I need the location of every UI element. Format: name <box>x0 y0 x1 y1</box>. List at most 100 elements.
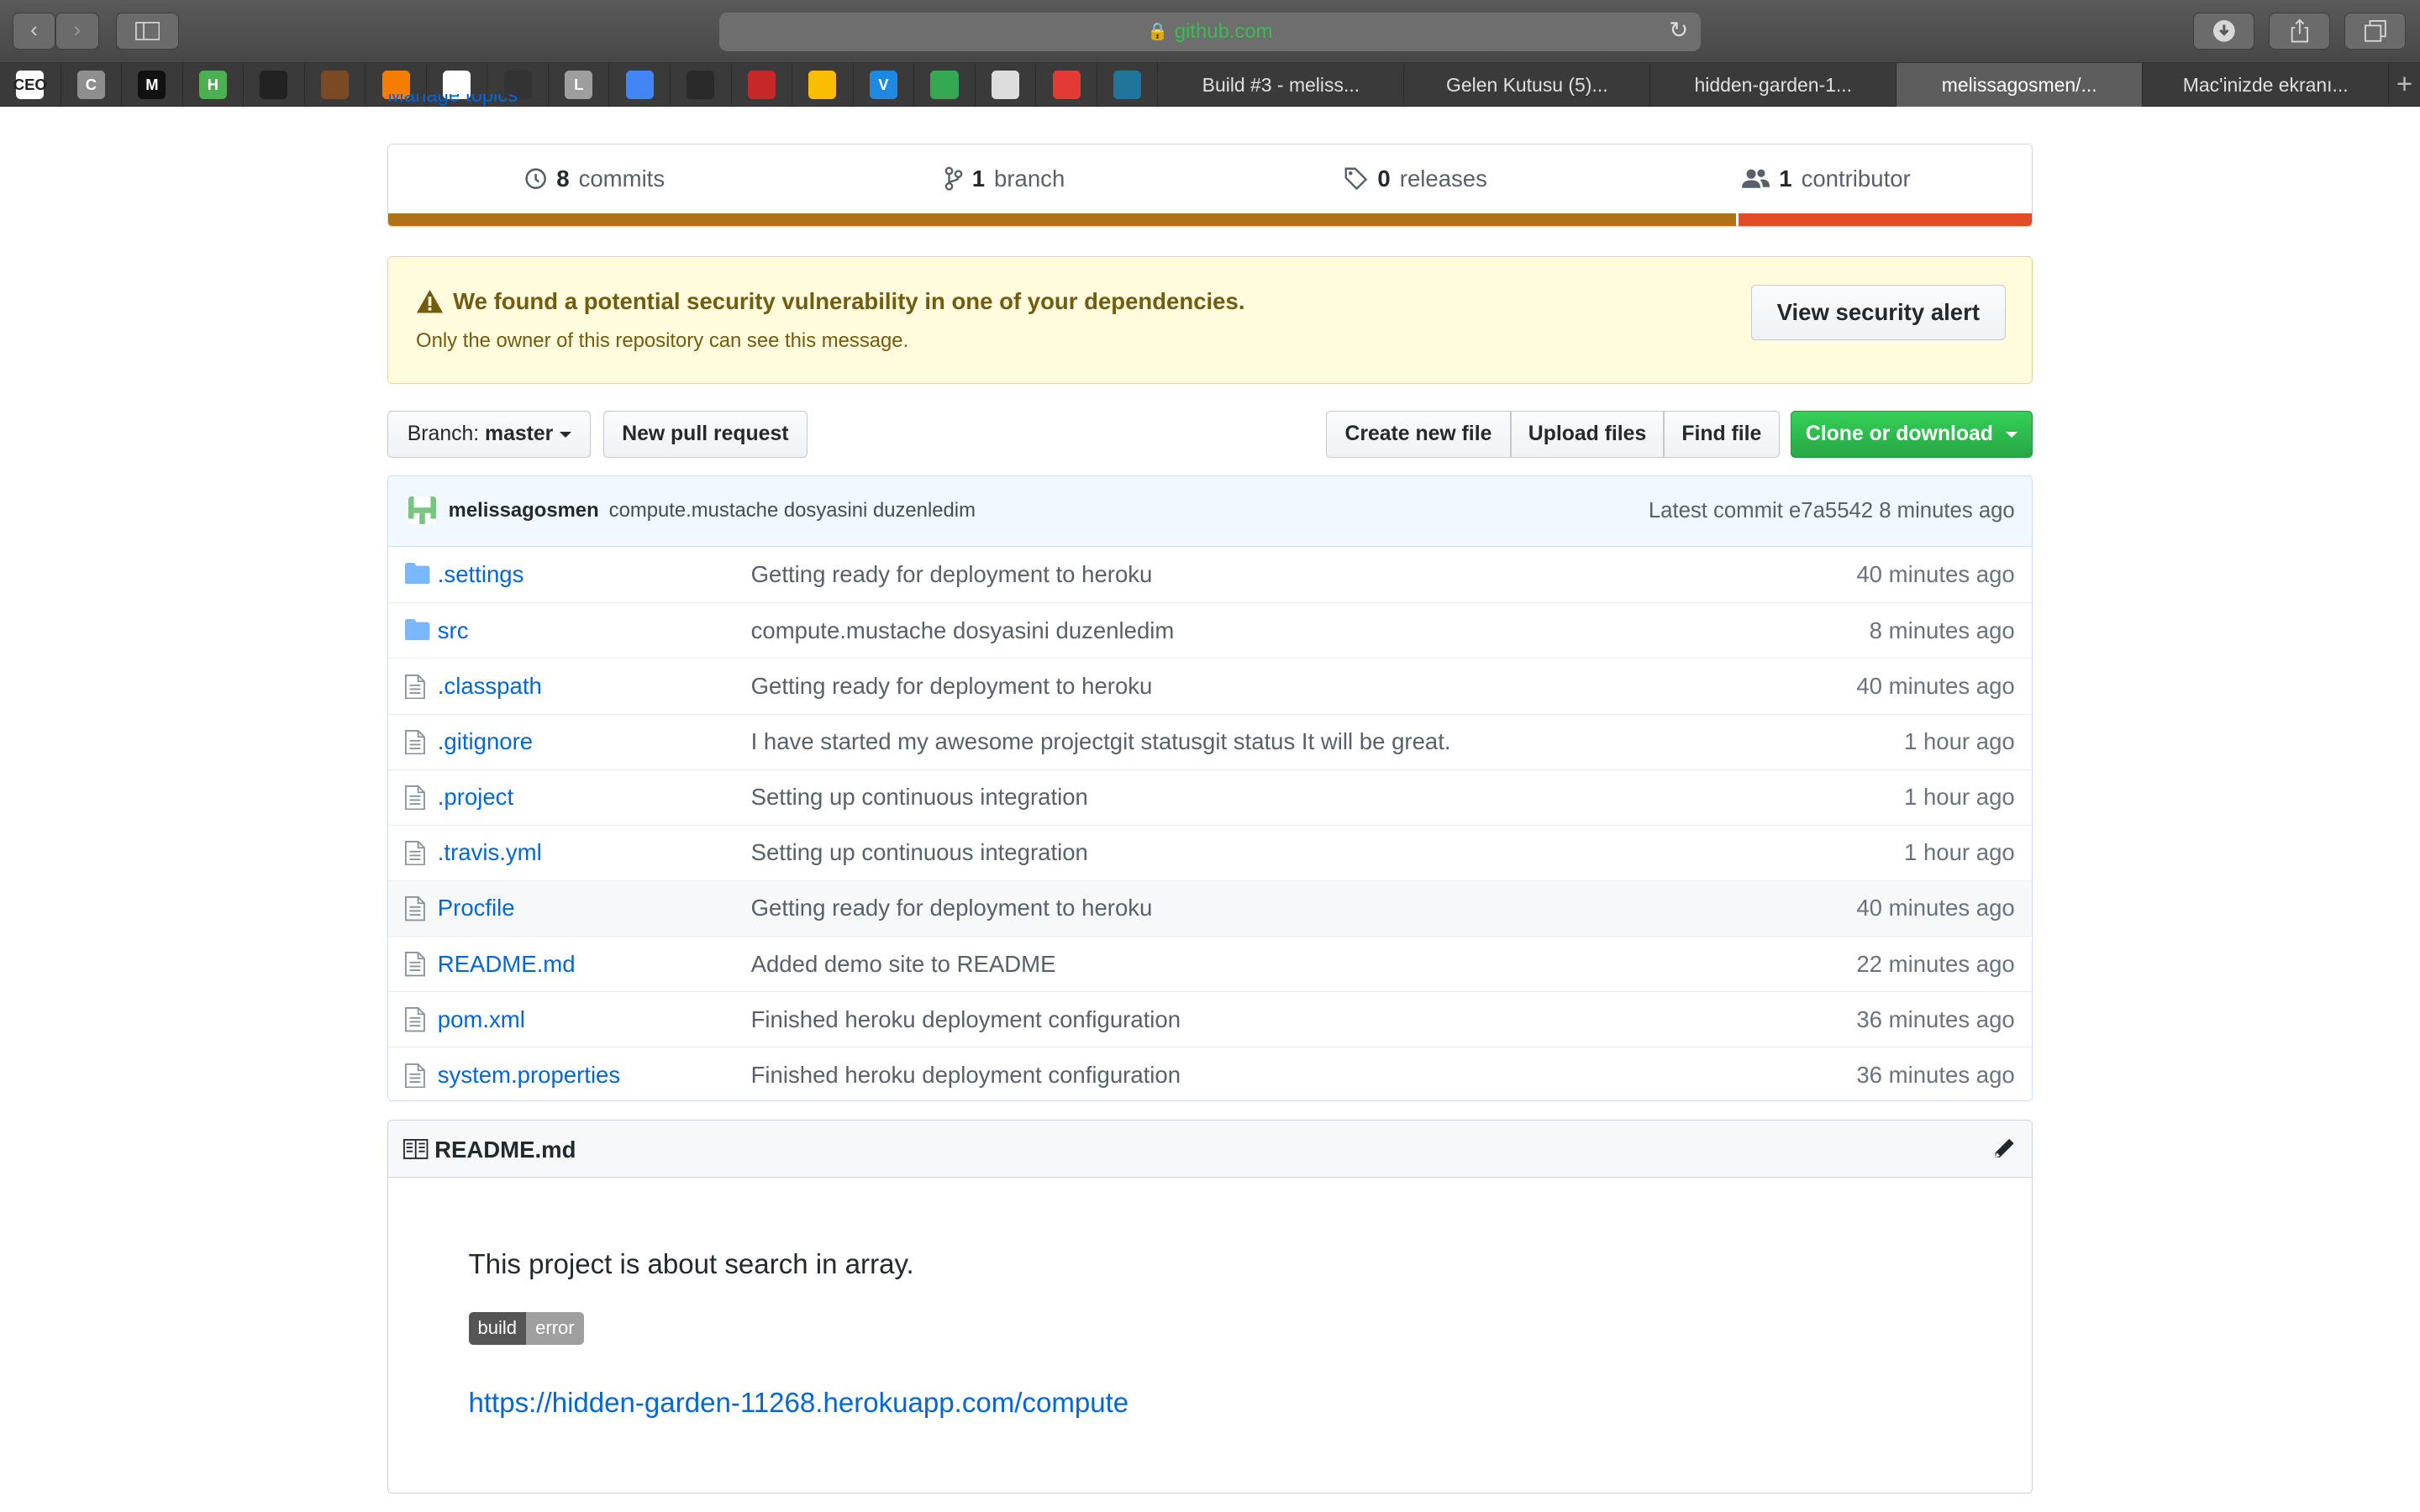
security-alert: We found a potential security vulnerabil… <box>387 255 2033 385</box>
file-commit-message[interactable]: Setting up continuous integration <box>751 784 1088 811</box>
file-icon <box>405 896 429 921</box>
file-name-link[interactable]: src <box>438 617 469 644</box>
commits-count: 8 <box>556 165 570 192</box>
downloads-button[interactable] <box>2192 12 2255 50</box>
file-icon <box>405 785 429 811</box>
manage-topics-link[interactable]: Manage topics <box>387 94 518 107</box>
square-favicon-icon <box>992 71 1020 99</box>
favorites-item[interactable]: M <box>122 63 183 107</box>
file-name-link[interactable]: .classpath <box>438 673 542 700</box>
contributors-stat[interactable]: 1 contributor <box>1621 144 2032 214</box>
commit-sha[interactable]: e7a5542 <box>1789 499 1873 522</box>
favorites-item[interactable] <box>976 63 1037 107</box>
favorites-item[interactable] <box>609 63 671 107</box>
upload-files-button[interactable]: Upload files <box>1511 410 1664 459</box>
favorites-item[interactable] <box>305 63 366 107</box>
favorites-item[interactable] <box>1036 63 1097 107</box>
drive-2-favicon-icon <box>930 71 959 99</box>
branch-select-button[interactable]: Branch: master <box>387 410 592 459</box>
create-new-file-button[interactable]: Create new file <box>1325 410 1512 459</box>
file-commit-age: 1 hour ago <box>1903 728 2015 755</box>
language-segment[interactable] <box>1735 213 2032 226</box>
file-name-link[interactable]: README.md <box>438 951 576 978</box>
file-commit-message[interactable]: Added demo site to README <box>751 951 1056 978</box>
book-icon <box>403 1139 429 1160</box>
demo-site-link[interactable]: https://hidden-garden-11268.herokuapp.co… <box>469 1388 1129 1420</box>
file-commit-message[interactable]: Finished heroku deployment configuration <box>751 1006 1181 1033</box>
tab-overview-button[interactable] <box>2344 12 2407 50</box>
h-favicon-icon: H <box>198 71 227 99</box>
releases-label: releases <box>1399 165 1487 192</box>
reload-icon[interactable]: ↻ <box>1669 17 1688 44</box>
forward-button[interactable]: › <box>55 12 99 50</box>
file-name-link[interactable]: .settings <box>438 561 524 588</box>
file-name-link[interactable]: .travis.yml <box>438 839 542 866</box>
clone-or-download-button[interactable]: Clone or download <box>1790 410 2033 459</box>
file-commit-message[interactable]: Setting up continuous integration <box>751 839 1088 866</box>
browser-tab[interactable]: Build #3 - meliss... <box>1158 63 1405 107</box>
build-status-badge[interactable]: build error <box>468 1312 584 1345</box>
contributors-label: contributor <box>1801 165 1911 192</box>
table-row: system.properties Finished heroku deploym… <box>388 1047 2032 1100</box>
medium-favicon-icon: M <box>138 71 166 99</box>
file-icon <box>405 841 429 866</box>
sidebar-toggle-button[interactable] <box>115 12 180 50</box>
pencil-icon[interactable] <box>1991 1137 2016 1161</box>
favorites-item[interactable] <box>914 63 976 107</box>
file-name-link[interactable]: Procfile <box>438 895 515 921</box>
browser-tab[interactable]: hidden-garden-1... <box>1650 63 1897 107</box>
ceo-favicon-icon: CEO <box>13 71 47 99</box>
view-security-alert-button[interactable]: View security alert <box>1750 284 2006 341</box>
file-commit-message[interactable]: Getting ready for deployment to heroku <box>751 561 1153 588</box>
security-alert-title-row: We found a potential security vulnerabil… <box>416 288 1244 315</box>
favorites-item[interactable] <box>732 63 793 107</box>
file-commit-message[interactable]: I have started my awesome projectgit sta… <box>751 728 1451 755</box>
tab-bar: CEO C M H L V Build #3 - meliss... Gelen Kutusu… <box>0 63 2420 107</box>
new-pull-request-button[interactable]: New pull request <box>603 410 808 459</box>
file-name-link[interactable]: pom.xml <box>438 1006 525 1033</box>
docs-favicon-icon <box>625 71 654 99</box>
browser-tab[interactable]: Gelen Kutusu (5)... <box>1404 63 1651 107</box>
address-bar[interactable]: 🔒 github.com ↻ <box>718 12 1702 51</box>
favorites-item[interactable]: CEO <box>0 63 61 107</box>
share-button[interactable] <box>2268 12 2331 50</box>
branch-count: 1 <box>971 165 986 192</box>
file-name-link[interactable]: system.properties <box>438 1062 620 1089</box>
browser-tab[interactable]: melissagosmen/... <box>1897 63 2144 107</box>
latest-commit-info: Latest commit e7a5542 8 minutes ago <box>1649 499 2015 523</box>
file-commit-age: 22 minutes ago <box>1856 950 2015 977</box>
releases-stat[interactable]: 0 releases <box>1210 144 1621 214</box>
l-favicon-icon: L <box>565 71 593 99</box>
commit-message[interactable]: compute.mustache dosyasini duzenledim <box>609 499 976 522</box>
branch-name: master <box>485 423 554 446</box>
file-commit-age: 8 minutes ago <box>1869 617 2015 643</box>
language-bar[interactable] <box>388 213 2032 226</box>
favorites-item[interactable]: C <box>61 63 123 107</box>
file-name-link[interactable]: .gitignore <box>438 728 533 755</box>
file-commit-age: 40 minutes ago <box>1856 672 2015 699</box>
file-name-link[interactable]: .project <box>438 784 513 811</box>
favorites-item[interactable] <box>244 63 305 107</box>
folder-icon <box>405 618 430 643</box>
coffee-favicon-icon <box>320 71 350 99</box>
file-commit-message[interactable]: compute.mustache dosyasini duzenledim <box>751 617 1175 644</box>
commit-author[interactable]: melissagosmen <box>449 499 599 522</box>
back-button[interactable]: ‹ <box>12 12 56 50</box>
favorites-item[interactable]: L <box>549 63 610 107</box>
share-icon <box>2291 18 2308 43</box>
file-commit-message[interactable]: Finished heroku deployment configuration <box>751 1062 1181 1089</box>
favorites-item[interactable] <box>1097 63 1159 107</box>
favorites-item[interactable] <box>792 63 854 107</box>
favorites-item[interactable]: V <box>854 63 915 107</box>
find-file-button[interactable]: Find file <box>1663 410 1780 459</box>
new-tab-button[interactable]: + <box>2389 63 2420 105</box>
favorites-item[interactable]: H <box>183 63 245 107</box>
favorites-item[interactable] <box>671 63 732 107</box>
avatar[interactable] <box>408 496 436 524</box>
file-commit-message[interactable]: Getting ready for deployment to heroku <box>751 673 1153 700</box>
commits-stat[interactable]: 8 commits <box>388 144 799 214</box>
language-segment[interactable] <box>388 213 1736 226</box>
browser-tab[interactable]: Mac'inizde ekranı... <box>2143 63 2390 107</box>
branch-stat[interactable]: 1 branch <box>799 144 1210 214</box>
file-commit-message[interactable]: Getting ready for deployment to heroku <box>751 895 1153 921</box>
